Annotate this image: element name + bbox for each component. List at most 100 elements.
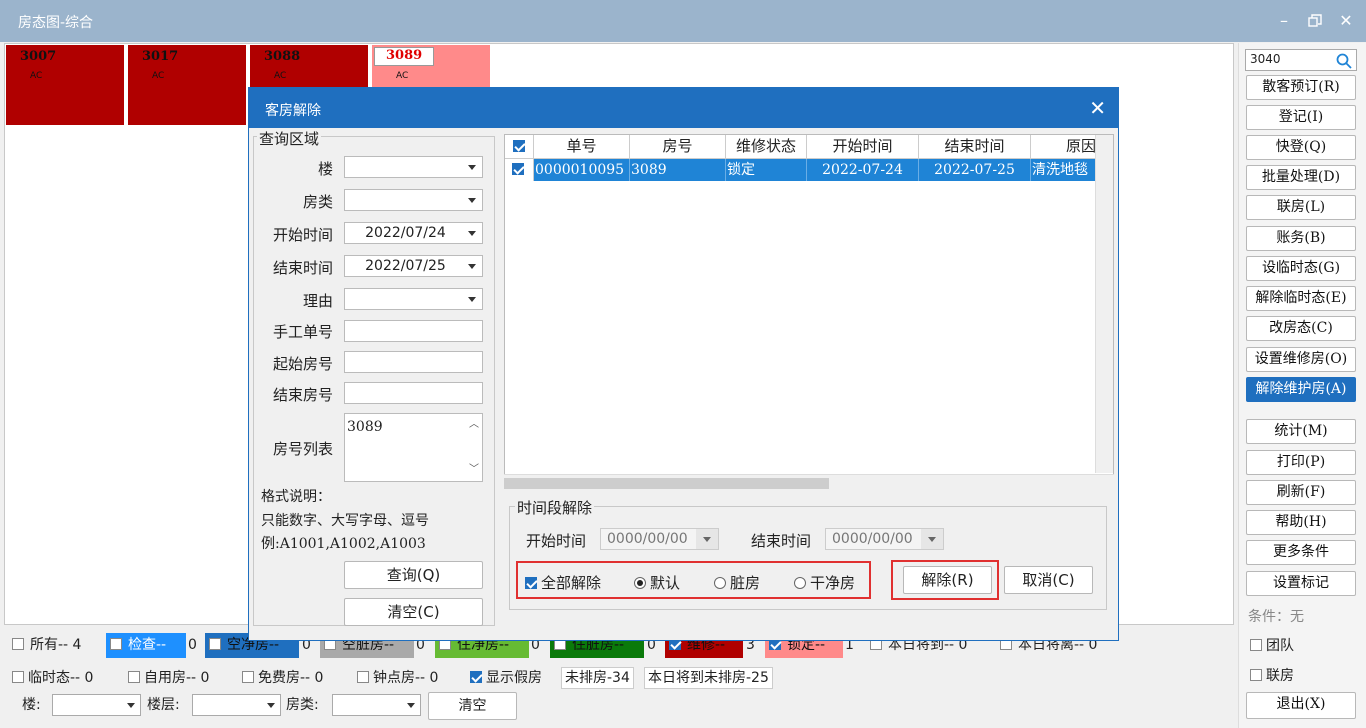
- restore-icon[interactable]: [1305, 10, 1325, 32]
- filter-label: 临时态-- 0: [28, 670, 94, 686]
- start-date-picker[interactable]: 2022/07/24: [344, 222, 483, 244]
- walkin-reserve-button[interactable]: 散客预订(R): [1246, 75, 1356, 100]
- column-header[interactable]: 单号: [534, 135, 630, 159]
- link-rooms-button[interactable]: 联房(L): [1246, 195, 1356, 220]
- print-button[interactable]: 打印(P): [1246, 450, 1356, 475]
- room-tile[interactable]: 3017 AC: [128, 45, 248, 125]
- period-end-label: 结束时间: [751, 532, 812, 550]
- room-list-textarea[interactable]: 3089 ︿ ﹀: [344, 413, 483, 482]
- help-button[interactable]: 帮助(H): [1246, 510, 1356, 535]
- scroll-up-icon[interactable]: ︿: [469, 415, 479, 435]
- filter-hourly-room[interactable]: 钟点房-- 0: [357, 666, 438, 690]
- room-type-select[interactable]: [344, 189, 483, 211]
- option-dirty-radio[interactable]: 脏房: [714, 572, 760, 593]
- set-temp-status-button[interactable]: 设临时态(G): [1246, 256, 1356, 281]
- option-clean-radio[interactable]: 干净房: [794, 572, 855, 593]
- show-fake-rooms-checkbox[interactable]: 显示假房: [470, 666, 542, 690]
- chevron-down-icon: [921, 529, 943, 549]
- release-temp-status-button[interactable]: 解除临时态(E): [1246, 286, 1356, 311]
- option-default-radio[interactable]: 默认: [634, 572, 680, 593]
- column-header[interactable]: 原因: [1031, 135, 1097, 159]
- legend-all[interactable]: 所有-- 4: [8, 633, 108, 658]
- window-titlebar: 房态图-综合 – ✕: [0, 0, 1366, 42]
- query-button[interactable]: 查询(Q): [344, 561, 483, 589]
- unassigned-count-tag: 未排房-34: [561, 667, 634, 689]
- query-group-title: 查询区域: [257, 128, 322, 149]
- grid-horizontal-scrollbar[interactable]: [504, 474, 1114, 491]
- minimize-icon[interactable]: –: [1274, 10, 1294, 32]
- set-mark-button[interactable]: 设置标记: [1246, 571, 1356, 596]
- filter-self-use[interactable]: 自用房-- 0: [128, 666, 209, 690]
- column-header[interactable]: 房号: [630, 135, 726, 159]
- more-conditions-button[interactable]: 更多条件: [1246, 540, 1356, 565]
- chevron-down-icon: [468, 297, 476, 302]
- release-maintenance-button[interactable]: 解除维护房(A): [1246, 377, 1356, 402]
- end-date-picker[interactable]: 2022/07/25: [344, 255, 483, 277]
- checkbox-icon: [1250, 639, 1262, 651]
- room-list-label: 房号列表: [272, 440, 333, 458]
- type-filter-label: 房类:: [286, 697, 319, 713]
- clear-button[interactable]: 清空(C): [344, 598, 483, 626]
- room-type-label: 房类: [302, 193, 333, 211]
- cell-order: 0000010095: [534, 159, 630, 181]
- format-note-rule: 只能数字、大写字母、逗号: [261, 513, 429, 529]
- close-icon[interactable]: ✕: [1336, 10, 1356, 32]
- release-button[interactable]: 解除(R): [903, 566, 992, 594]
- accounts-button[interactable]: 账务(B): [1246, 226, 1356, 251]
- team-checkbox[interactable]: 团队: [1250, 635, 1294, 655]
- set-maintenance-button[interactable]: 设置维修房(O): [1246, 347, 1356, 372]
- batch-process-button[interactable]: 批量处理(D): [1246, 165, 1356, 190]
- cell-status: 锁定: [726, 159, 807, 181]
- column-header[interactable]: 维修状态: [726, 135, 807, 159]
- exit-button[interactable]: 退出(X): [1246, 692, 1356, 719]
- level-filter-select[interactable]: [192, 694, 281, 716]
- change-room-status-button[interactable]: 改房态(C): [1246, 316, 1356, 341]
- chevron-down-icon: [696, 529, 718, 549]
- checkbox-icon: [357, 671, 369, 683]
- room-number: 3017: [142, 49, 179, 64]
- scroll-down-icon[interactable]: ﹀: [469, 460, 479, 480]
- filter-temp-status[interactable]: 临时态-- 0: [12, 666, 93, 690]
- from-room-input[interactable]: [344, 351, 483, 373]
- arriving-unassigned-tag: 本日将到未排房-25: [644, 667, 773, 689]
- checkbox-icon: [12, 638, 24, 650]
- floor-filter-select[interactable]: [52, 694, 141, 716]
- search-icon[interactable]: [1335, 52, 1353, 70]
- checkbox-checked-icon: [525, 577, 537, 589]
- column-header[interactable]: 结束时间: [919, 135, 1031, 159]
- reason-select[interactable]: [344, 288, 483, 310]
- release-all-checkbox[interactable]: 全部解除: [525, 572, 601, 593]
- filter-free-room[interactable]: 免费房-- 0: [242, 666, 323, 690]
- manual-order-input[interactable]: [344, 320, 483, 342]
- period-group-title: 时间段解除: [515, 497, 595, 518]
- cancel-button[interactable]: 取消(C): [1004, 566, 1093, 594]
- statistics-button[interactable]: 统计(M): [1246, 419, 1356, 444]
- link-checkbox[interactable]: 联房: [1250, 665, 1294, 685]
- period-end-value: 0000/00/00: [832, 531, 913, 547]
- close-icon[interactable]: ✕: [1089, 96, 1106, 120]
- select-all-checkbox[interactable]: [505, 135, 534, 159]
- room-tile[interactable]: 3007 AC: [6, 45, 126, 125]
- column-header[interactable]: 开始时间: [807, 135, 919, 159]
- refresh-button[interactable]: 刷新(F): [1246, 480, 1356, 505]
- period-start-label: 开始时间: [526, 532, 587, 550]
- quick-checkin-button[interactable]: 快登(Q): [1246, 135, 1356, 160]
- room-tag: AC: [30, 71, 43, 81]
- type-filter-select[interactable]: [332, 694, 421, 716]
- checkin-button[interactable]: 登记(I): [1246, 105, 1356, 130]
- start-time-label: 开始时间: [272, 226, 333, 244]
- floor-select[interactable]: [344, 156, 483, 178]
- grid-vertical-scrollbar[interactable]: [1095, 135, 1113, 473]
- filter-label: 自用房-- 0: [144, 670, 210, 686]
- release-all-label: 全部解除: [541, 574, 602, 592]
- legend-inspect[interactable]: 检查--: [106, 633, 186, 658]
- clear-filter-button[interactable]: 清空: [428, 692, 517, 720]
- start-date-value: 2022/07/24: [365, 225, 446, 241]
- filter-label: 钟点房-- 0: [373, 670, 439, 686]
- scroll-thumb[interactable]: [504, 478, 829, 489]
- row-checkbox[interactable]: [505, 159, 534, 181]
- manual-order-label: 手工单号: [272, 323, 333, 341]
- dialog-title: 客房解除: [265, 103, 321, 119]
- to-room-input[interactable]: [344, 382, 483, 404]
- maintenance-grid: 单号 房号 维修状态 开始时间 结束时间 原因 0000010095 3089 …: [504, 134, 1114, 491]
